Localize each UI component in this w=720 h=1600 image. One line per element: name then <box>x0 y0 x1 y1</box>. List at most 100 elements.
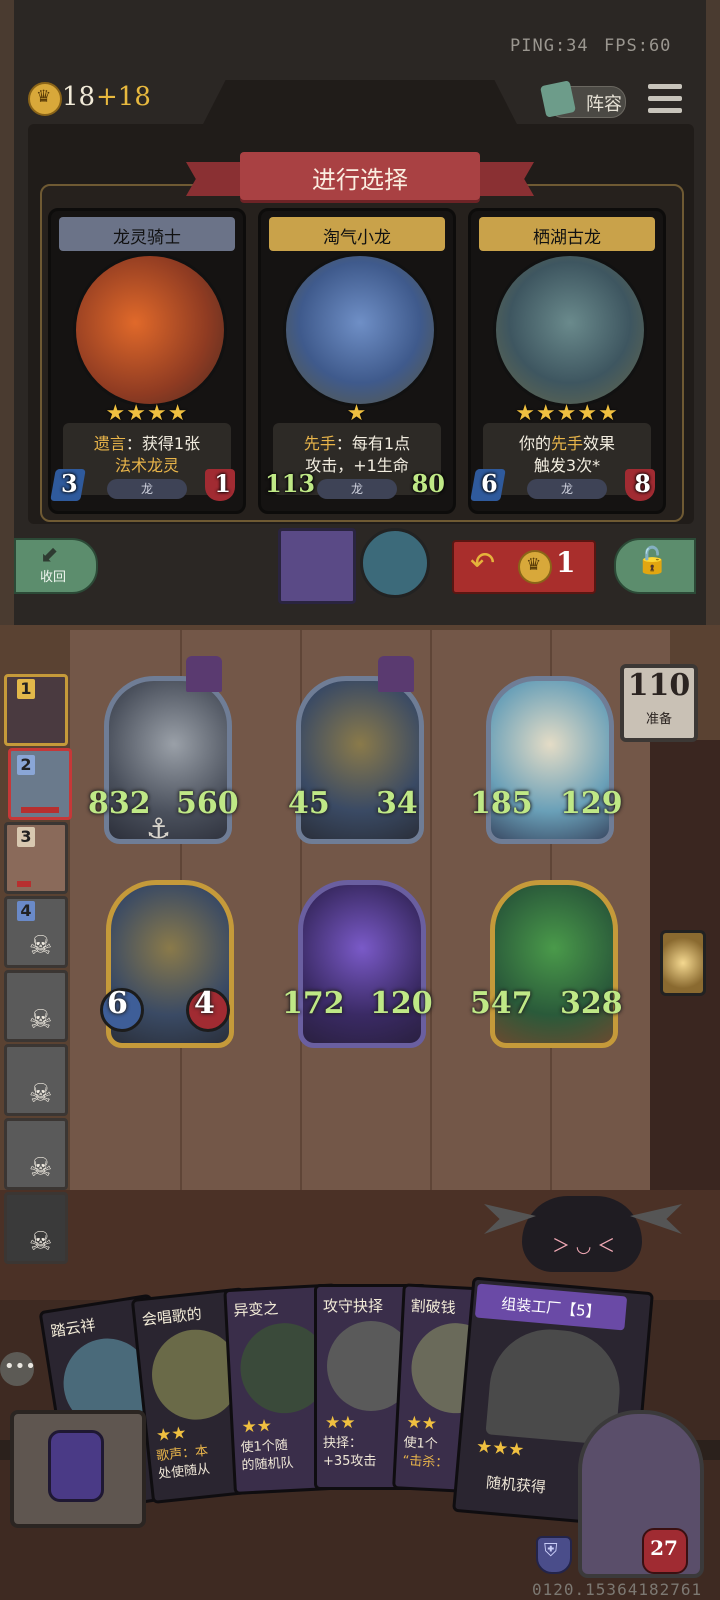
shield-icon: ⛨ <box>544 1540 558 1561</box>
skull-icon: ☠ <box>29 1153 53 1183</box>
minion-health: 120 <box>370 986 433 1021</box>
minion-attack: 547 <box>470 986 533 1021</box>
player-slot-1[interactable]: 1 <box>4 674 68 746</box>
minion-health: 328 <box>560 986 623 1021</box>
card-health: 1 <box>214 469 231 498</box>
hand-card-stars: ★★ <box>406 1412 438 1435</box>
desc-line2: “击杀： <box>402 1453 449 1471</box>
card-name: 龙灵骑士 <box>113 228 181 248</box>
ready-count: 110 <box>627 668 691 703</box>
return-label: 收回 <box>40 570 67 585</box>
menu-icon[interactable] <box>648 84 684 116</box>
hero-power-portrait[interactable] <box>278 528 356 604</box>
desc-line1: 你的 <box>518 434 551 453</box>
skull-icon: ☠ <box>29 931 53 961</box>
desc-line1: ：每有1点 <box>335 434 411 453</box>
gold-income: +18 <box>96 82 151 112</box>
minion-attack: 185 <box>470 786 533 821</box>
lineup-label: 阵容 <box>586 94 622 115</box>
card-name: 淘气小龙 <box>323 228 391 248</box>
minion-health: 560 <box>176 786 239 821</box>
desc-line2: 的随机队 <box>241 1455 294 1474</box>
panel-tab <box>200 80 520 130</box>
keyword: 先手 <box>550 434 583 453</box>
desc-line1b: 效果 <box>583 434 616 453</box>
gold-value: 18 <box>62 82 96 112</box>
refresh-cost: 1 <box>556 546 576 579</box>
card-health: 80 <box>411 469 445 498</box>
choice-card-1[interactable]: 龙灵骑士 ★★★★ 遗言：获得1张 法术龙灵 龙 3 1 <box>48 208 246 514</box>
card-attack: 3 <box>61 469 78 498</box>
card-attack: 113 <box>265 469 316 498</box>
skull-icon: ☠ <box>29 1227 53 1257</box>
skull-icon: ☠ <box>29 1005 53 1035</box>
gold-coin-icon <box>518 550 552 584</box>
panel-frame-left <box>0 0 14 625</box>
card-art-dragon-knight <box>73 253 227 407</box>
hand-card-stars: ★★ <box>241 1415 273 1438</box>
desc-line1: 抉择： <box>323 1436 363 1451</box>
player-hp-bar <box>17 881 31 887</box>
skull-icon: ☠ <box>29 1079 53 1109</box>
session-id: 0120.15364182761 <box>532 1580 703 1599</box>
gold-coin-icon <box>28 82 62 116</box>
player-hp-bar <box>21 807 59 813</box>
anchor-icon: ⚓ <box>146 812 172 845</box>
hand-card-stars: ★★ <box>155 1423 188 1447</box>
player-slot-5[interactable]: ☠ <box>4 970 68 1042</box>
player-health: 27 <box>650 1536 678 1560</box>
minion-health: 4 <box>194 986 215 1021</box>
player-slot-3[interactable]: 3 <box>4 822 68 894</box>
desc-line2: 处使随从 <box>157 1461 211 1483</box>
desc-line1: 使1个随 <box>240 1438 289 1456</box>
desc-line1: 歌声：本 <box>155 1443 209 1465</box>
ping-readout: PING:34 <box>510 36 589 56</box>
tribe-badge: 龙 <box>107 479 187 499</box>
slime-face-icon: ＞ ◡ ＜ <box>552 1236 616 1257</box>
minion-attack: 172 <box>282 986 345 1021</box>
fps-readout: FPS:60 <box>604 36 672 56</box>
player-rank: 3 <box>17 827 35 847</box>
hand-card-stars: ★★ <box>325 1413 356 1433</box>
choice-card-2[interactable]: 淘气小龙 ★ 先手：每有1点 攻击，+1生命 龙 113 80 <box>258 208 456 514</box>
player-slot-4[interactable]: 4 ☠ <box>4 896 68 968</box>
desc-line2: +35攻击 <box>323 1454 377 1469</box>
card-health: 8 <box>634 469 651 498</box>
minion-attack: 45 <box>288 786 330 821</box>
player-slot-6[interactable]: ☠ <box>4 1044 68 1116</box>
return-arrow-icon: ⬋ <box>40 543 59 568</box>
minion-attack: 6 <box>107 986 128 1021</box>
tophat-icon <box>186 656 222 692</box>
desc-line2: 触发3次* <box>533 456 601 475</box>
book-icon <box>540 80 576 118</box>
tribe-badge: 龙 <box>317 479 397 499</box>
desc-line2: 法术龙灵 <box>114 456 179 475</box>
lantern-icon <box>660 930 706 996</box>
spell-gem-icon <box>48 1430 104 1502</box>
chat-icon: ••• <box>4 1356 36 1377</box>
keyword: 先手 <box>303 434 336 453</box>
choice-card-3[interactable]: 栖湖古龙 ★★★★★ 你的先手效果 触发3次* 龙 6 8 <box>468 208 666 514</box>
keyword: 遗言 <box>93 434 126 453</box>
minion-health: 34 <box>376 786 418 821</box>
desc-line1: 使1个 <box>403 1435 439 1453</box>
player-slot-7[interactable]: ☠ <box>4 1118 68 1190</box>
card-name: 栖湖古龙 <box>533 228 601 248</box>
player-rank: 4 <box>17 901 35 921</box>
minion-health: 129 <box>560 786 623 821</box>
player-slot-8[interactable]: ☠ <box>4 1192 68 1264</box>
board-minion-6[interactable] <box>490 880 618 1048</box>
player-rank: 1 <box>17 679 35 699</box>
player-rank: 2 <box>17 755 35 775</box>
card-art-naughty-dragon <box>283 253 437 407</box>
desc-line2: 攻击，+1生命 <box>305 456 409 475</box>
tophat-icon <box>378 656 414 692</box>
refresh-icon: ↶ <box>470 546 496 581</box>
desc-line1: ：获得1张 <box>125 434 201 453</box>
select-banner-title: 进行选择 <box>312 166 408 194</box>
hero-companion-portrait[interactable] <box>360 528 430 598</box>
player-slot-2[interactable]: 2 <box>8 748 72 820</box>
hand-card-stars: ★★★ <box>475 1435 526 1462</box>
board-minion-5[interactable] <box>298 880 426 1048</box>
card-art-lake-dragon <box>493 253 647 407</box>
